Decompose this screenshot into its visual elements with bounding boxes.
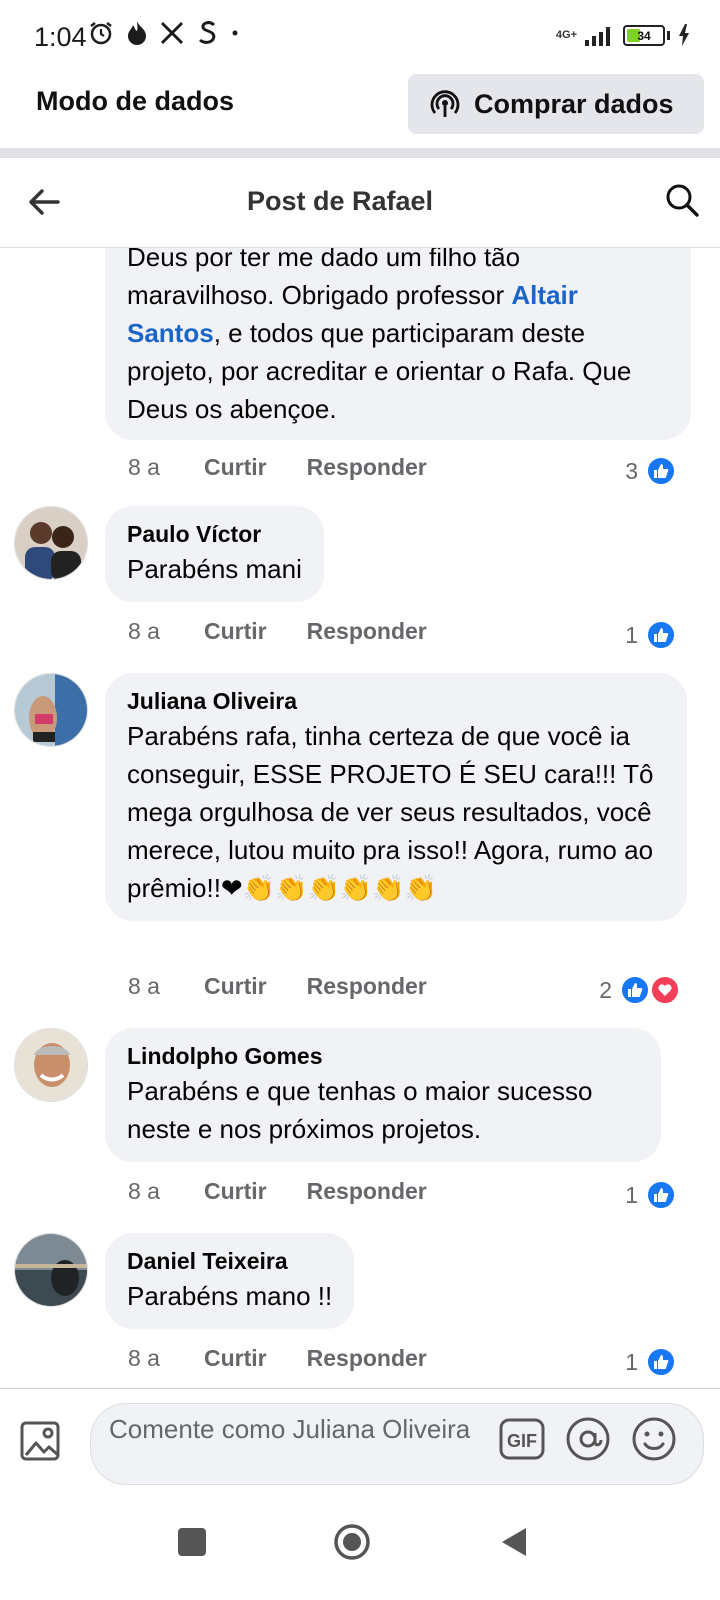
comment-text: Parabéns mani (127, 554, 302, 584)
thumbs-up-icon (620, 975, 650, 1005)
avatar (14, 1233, 88, 1307)
comment-time: 8 a (128, 973, 160, 999)
comment-bubble: Deus por ter me dado um filho tão maravi… (105, 248, 691, 440)
system-nav-bar (0, 1486, 720, 1600)
section-divider (0, 148, 720, 158)
image-icon (20, 1421, 60, 1461)
comment-author[interactable]: Daniel Teixeira (127, 1245, 332, 1277)
reply-button[interactable]: Responder (307, 454, 427, 481)
comment-actions: 8 a Curtir Responder (128, 1345, 467, 1372)
comment-time: 8 a (128, 1345, 160, 1371)
like-button[interactable]: Curtir (204, 973, 267, 1000)
comment-input[interactable]: Comente como Juliana Oliveira GIF (90, 1403, 704, 1485)
page-title: Post de Rafael (246, 186, 434, 216)
avatar (14, 506, 88, 580)
recents-button[interactable] (172, 1522, 212, 1562)
notification-icons (88, 20, 240, 46)
battery-icon: 34 (623, 24, 665, 46)
buy-data-label: Comprar dados (474, 88, 674, 119)
reaction-count: 1 (625, 1181, 638, 1208)
x-icon (160, 21, 184, 45)
post-header: Post de Rafael (0, 158, 720, 248)
reply-button[interactable]: Responder (307, 618, 427, 645)
comment-bubble: Paulo Víctor Parabéns mani (105, 506, 324, 602)
like-button[interactable]: Curtir (204, 618, 267, 645)
fire-icon (128, 21, 146, 45)
reaction-count: 1 (625, 621, 638, 648)
comment-text: Parabéns mano !! (127, 1281, 333, 1311)
reaction-summary[interactable]: 3 (625, 456, 676, 486)
comment-author[interactable]: Lindolpho Gomes (127, 1040, 639, 1072)
search-button[interactable] (664, 182, 700, 218)
reaction-summary[interactable]: 1 (625, 1180, 676, 1210)
heart-icon (650, 975, 680, 1005)
photo-button[interactable] (18, 1417, 66, 1465)
network-type: 4G+ (555, 28, 577, 41)
comment-bubble: Lindolpho Gomes Parabéns e que tenhas o … (105, 1028, 661, 1162)
buy-data-button[interactable]: Comprar dados (408, 74, 704, 134)
reaction-count: 2 (599, 976, 612, 1003)
emoji-button[interactable] (631, 1416, 677, 1462)
like-button[interactable]: Curtir (204, 454, 267, 481)
like-button[interactable]: Curtir (204, 1345, 267, 1372)
home-button[interactable] (332, 1522, 372, 1562)
comment-input-placeholder: Comente como Juliana Oliveira (109, 1414, 471, 1444)
alarm-icon (90, 22, 112, 45)
square-icon (178, 1528, 206, 1556)
comment-actions: 8 a Curtir Responder (128, 618, 467, 645)
thumbs-up-icon (646, 1180, 676, 1210)
comment-bubble: Daniel Teixeira Parabéns mano !! (105, 1233, 355, 1329)
avatar (14, 673, 88, 747)
reaction-summary[interactable]: 1 (625, 1347, 676, 1377)
gif-label: GIF (507, 1431, 537, 1451)
avatar (14, 1028, 88, 1102)
data-mode-title: Modo de dados (36, 86, 234, 116)
back-nav-button[interactable] (494, 1522, 534, 1562)
reaction-summary[interactable]: 1 (625, 620, 676, 650)
charging-icon (679, 24, 689, 46)
thumbs-up-icon (646, 456, 676, 486)
comments-list: Deus por ter me dado um filho tão maravi… (0, 248, 720, 1388)
data-mode-banner: Modo de dados Comprar dados (0, 72, 720, 146)
gif-button[interactable]: GIF (499, 1418, 545, 1460)
circle-icon (334, 1524, 370, 1560)
thumbs-up-icon (646, 1347, 676, 1377)
comment-text: Parabéns e que tenhas o maior sucesso ne… (127, 1076, 593, 1144)
comment-text: Parabéns rafa, tinha certeza de que você… (127, 721, 654, 903)
comment-time: 8 a (128, 1178, 160, 1204)
battery-cap (667, 30, 670, 40)
reaction-summary[interactable]: 2 (599, 975, 680, 1005)
reaction-count: 1 (625, 1348, 638, 1375)
s-icon (198, 21, 216, 44)
reaction-count: 3 (625, 457, 638, 484)
reply-button[interactable]: Responder (307, 1178, 427, 1205)
reply-button[interactable]: Responder (307, 973, 427, 1000)
comment-time: 8 a (128, 618, 160, 644)
mention-button[interactable] (565, 1416, 611, 1462)
battery-level: 34 (637, 28, 651, 43)
search-icon (666, 184, 699, 217)
comment-actions: 8 a Curtir Responder (128, 1178, 467, 1205)
status-bar: 1:04 4G+ 34 (0, 0, 720, 72)
comment-actions: 8 a Curtir Responder (128, 973, 467, 1000)
comment-composer: Comente como Juliana Oliveira GIF (0, 1388, 720, 1485)
broadcast-icon (430, 90, 460, 117)
comment-time: 8 a (128, 454, 160, 480)
comment-text: Deus por ter me dado um filho tão maravi… (127, 248, 669, 428)
signal-icon (585, 27, 610, 46)
reply-button[interactable]: Responder (307, 1345, 427, 1372)
smiley-icon (632, 1417, 676, 1461)
comment-author[interactable]: Paulo Víctor (127, 518, 302, 550)
comment-actions: 8 a Curtir Responder (128, 454, 467, 481)
triangle-back-icon (502, 1528, 526, 1556)
like-button[interactable]: Curtir (204, 1178, 267, 1205)
comment-text-before: Deus por ter me dado um filho tão maravi… (127, 248, 521, 310)
thumbs-up-icon (646, 620, 676, 650)
system-status: 4G+ 34 (556, 24, 690, 46)
comment-bubble: Juliana Oliveira Parabéns rafa, tinha ce… (105, 673, 687, 921)
status-time: 1:04 (34, 22, 87, 52)
at-icon (566, 1417, 610, 1461)
dot-icon (232, 30, 238, 36)
comment-author[interactable]: Juliana Oliveira (127, 685, 665, 717)
